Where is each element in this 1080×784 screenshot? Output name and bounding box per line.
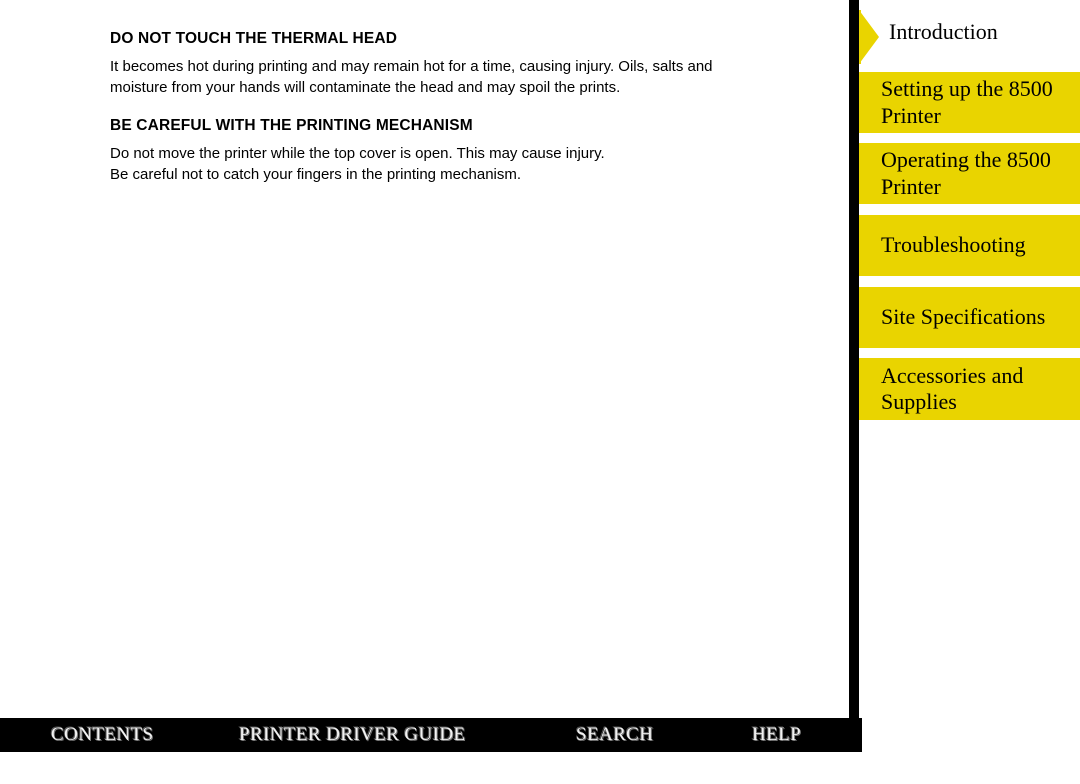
sidebar-item-accessories-and-supplies[interactable]: Accessories and Supplies [859,358,1080,420]
sidebar-item-troubleshooting[interactable]: Troubleshooting [859,215,1080,276]
section-body: Do not move the printer while the top co… [110,144,605,183]
sidebar-item-label: Troubleshooting [881,232,1026,258]
section-heading: BE CAREFUL WITH THE PRINTING MECHANISM [110,116,473,134]
sidebar-item-operating-the-8500-printer[interactable]: Operating the 8500 Printer [859,143,1080,204]
vertical-divider [849,0,859,718]
sidebar-item-label: Setting up the 8500 Printer [881,76,1053,128]
sidebar-item-site-specifications[interactable]: Site Specifications [859,287,1080,348]
sidebar-item-label: Operating the 8500 Printer [881,147,1051,199]
section-thermal-head: DO NOT TOUCH THE THERMAL HEAD It becomes… [110,30,810,99]
manual-page: DO NOT TOUCH THE THERMAL HEAD It becomes… [0,0,1080,784]
document-panel: DO NOT TOUCH THE THERMAL HEAD It becomes… [0,0,849,718]
help-link[interactable]: HELP [752,724,801,746]
printer-driver-guide-link[interactable]: PRINTER DRIVER GUIDE [239,724,466,746]
section-heading: DO NOT TOUCH THE THERMAL HEAD [110,30,398,47]
sidebar-item-label: Introduction [889,18,998,44]
search-link[interactable]: SEARCH [576,724,653,746]
section-body: It becomes hot during printing and may r… [110,58,713,97]
contents-link[interactable]: CONTENTS [51,724,153,746]
chapter-navigation-sidebar: Introduction Setting up the 8500 Printer… [859,0,1080,784]
sidebar-item-setting-up-the-8500-printer[interactable]: Setting up the 8500 Printer [859,72,1080,133]
bottom-toolbar: CONTENTS PRINTER DRIVER GUIDE SEARCH HEL… [0,718,862,752]
right-arrow-icon [859,10,879,64]
document-content: DO NOT TOUCH THE THERMAL HEAD It becomes… [110,30,810,185]
sidebar-item-label: Accessories and Supplies [881,362,1024,414]
sidebar-item-introduction[interactable]: Introduction [859,5,1080,64]
section-printing-mechanism: BE CAREFUL WITH THE PRINTING MECHANISM D… [110,117,810,186]
sidebar-item-label: Site Specifications [881,304,1046,330]
